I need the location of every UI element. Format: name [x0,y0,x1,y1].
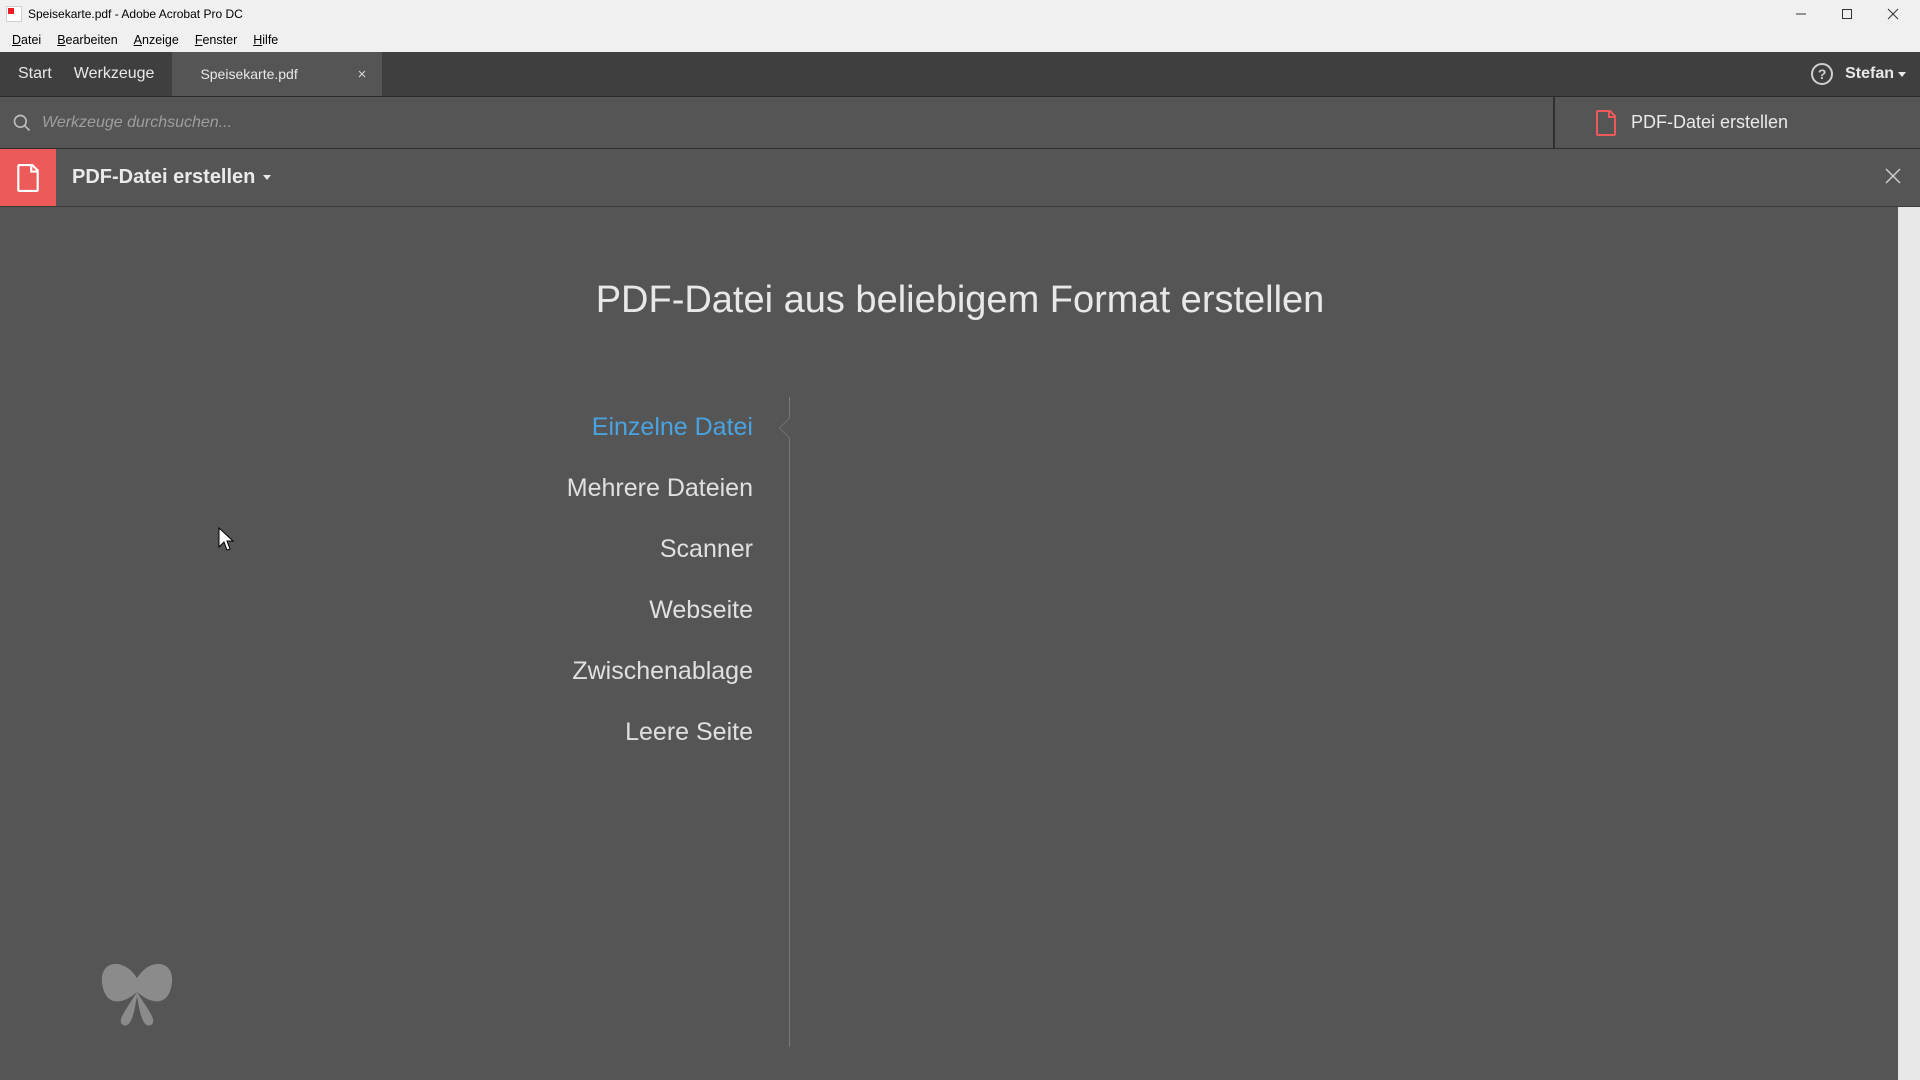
document-tab-close-icon[interactable]: × [358,66,367,83]
search-icon [12,113,32,133]
tab-tools[interactable]: Werkzeuge [74,65,155,83]
option-scanner[interactable]: Scanner [0,519,753,580]
tab-start[interactable]: Start [18,65,52,83]
document-tab[interactable]: Speisekarte.pdf × [172,52,382,96]
tools-search-input[interactable] [42,114,542,132]
page-heading: PDF-Datei aus beliebigem Format erstelle… [0,279,1920,322]
user-name: Stefan [1845,65,1894,83]
option-webpage[interactable]: Webseite [0,580,753,641]
acrobat-app-icon [6,6,22,22]
window-title: Speisekarte.pdf - Adobe Acrobat Pro DC [28,7,243,21]
pdf-file-icon [16,164,40,192]
side-tool-create-pdf[interactable]: PDF-Datei erstellen [1555,97,1920,148]
help-icon[interactable]: ? [1811,63,1833,85]
vertical-scrollbar[interactable] [1898,207,1920,1080]
menu-anzeige[interactable]: Anzeige [126,31,187,49]
menu-bearbeiten[interactable]: Bearbeiten [49,31,125,49]
window-maximize-button[interactable] [1824,0,1870,28]
tool-header-title: PDF-Datei erstellen [72,166,255,189]
tool-header: PDF-Datei erstellen [0,149,1920,207]
tab-strip: Start Werkzeuge Speisekarte.pdf × ? Stef… [0,52,1920,97]
tool-header-dropdown[interactable]: PDF-Datei erstellen [72,166,271,189]
option-multiple-files[interactable]: Mehrere Dateien [0,458,753,519]
option-single-file[interactable]: Einzelne Datei [0,397,753,458]
tool-header-icon-block [0,149,56,206]
option-blank-page[interactable]: Leere Seite [0,702,753,763]
window-close-button[interactable] [1870,0,1916,28]
tool-close-button[interactable] [1884,165,1902,191]
side-tool-label: PDF-Datei erstellen [1631,112,1788,133]
pdf-file-icon [1595,110,1617,136]
chevron-down-icon [1898,72,1906,77]
search-row: PDF-Datei erstellen [0,97,1920,149]
butterfly-watermark-icon [92,951,182,1034]
user-menu[interactable]: Stefan [1845,65,1906,83]
chevron-down-icon [263,175,271,180]
menu-hilfe[interactable]: Hilfe [245,31,286,49]
menu-bar: Datei Bearbeiten Anzeige Fenster Hilfe [0,28,1920,52]
content-area: PDF-Datei aus beliebigem Format erstelle… [0,207,1920,1080]
window-title-bar: Speisekarte.pdf - Adobe Acrobat Pro DC [0,0,1920,28]
window-minimize-button[interactable] [1778,0,1824,28]
create-pdf-source-list: Einzelne Datei Mehrere Dateien Scanner W… [0,397,790,1047]
option-clipboard[interactable]: Zwischenablage [0,641,753,702]
document-tab-label: Speisekarte.pdf [200,66,297,82]
menu-fenster[interactable]: Fenster [187,31,245,49]
menu-datei[interactable]: Datei [4,31,49,49]
